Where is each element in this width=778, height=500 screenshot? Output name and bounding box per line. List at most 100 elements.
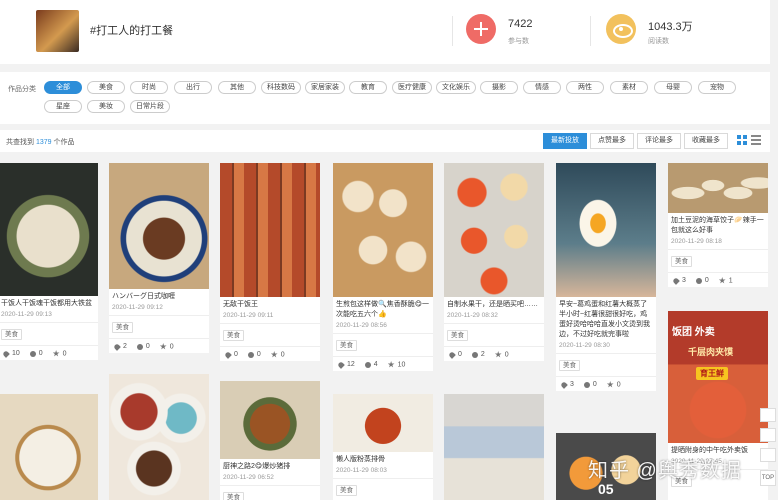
- feedback-icon[interactable]: [760, 408, 776, 422]
- sort-most-commented[interactable]: 评论最多: [637, 133, 681, 149]
- post-card[interactable]: ハンバーグ日式咖喱 2020-11-29 09:12 美食 2 0 0: [109, 163, 209, 354]
- post-image[interactable]: [444, 163, 544, 297]
- category-chip[interactable]: 星座: [44, 100, 82, 113]
- like-button[interactable]: 12: [337, 360, 355, 368]
- post-image[interactable]: [109, 374, 209, 500]
- comment-button[interactable]: 2: [471, 351, 485, 358]
- post-tag[interactable]: 美食: [1, 329, 22, 340]
- category-chip[interactable]: 出行: [174, 81, 212, 94]
- like-button[interactable]: 3: [672, 276, 686, 284]
- category-chip[interactable]: 宠物: [698, 81, 736, 94]
- category-chip[interactable]: 科技数码: [261, 81, 301, 94]
- post-card[interactable]: 厨神之路2😋爆炒猪排 2020-11-29 06:52 美食: [220, 381, 320, 500]
- post-tag[interactable]: 美食: [447, 330, 468, 341]
- post-card[interactable]: [109, 374, 209, 500]
- post-image[interactable]: [333, 163, 433, 297]
- post-tag[interactable]: 美食: [336, 340, 357, 351]
- comment-button[interactable]: 0: [136, 343, 150, 350]
- category-chip-all[interactable]: 全部: [44, 81, 82, 94]
- post-tag[interactable]: 美食: [559, 360, 580, 371]
- post-card[interactable]: [0, 394, 98, 500]
- post-title[interactable]: 加土豆泥的海草饺子🥟辣手一包就这么好事: [668, 213, 768, 236]
- post-card[interactable]: 无敌干饭王 2020-11-29 09:11 美食 0 0 0: [220, 163, 320, 362]
- post-image[interactable]: [444, 394, 544, 500]
- like-button[interactable]: 0: [224, 350, 238, 358]
- post-title[interactable]: 无敌干饭王: [220, 297, 320, 310]
- comment-button[interactable]: 4: [364, 361, 378, 368]
- topic-header: #打工人的打工餐 7422 参与数 1043.3万 阅读数: [0, 0, 770, 64]
- post-image[interactable]: [556, 163, 656, 297]
- grid-view-icon[interactable]: [737, 135, 747, 145]
- star-button[interactable]: 0: [159, 343, 174, 350]
- post-image[interactable]: [220, 381, 320, 459]
- post-card[interactable]: 懒人版粉蒸排骨 2020-11-29 08:03 美食: [333, 394, 433, 500]
- post-title[interactable]: 懒人版粉蒸排骨: [333, 452, 433, 465]
- category-chip[interactable]: 日常片段: [130, 100, 170, 113]
- category-chip[interactable]: 母婴: [654, 81, 692, 94]
- star-button[interactable]: 0: [606, 381, 621, 388]
- like-button[interactable]: 10: [2, 349, 20, 357]
- post-image[interactable]: [333, 394, 433, 452]
- post-title[interactable]: ハンバーグ日式咖喱: [109, 289, 209, 302]
- post-image[interactable]: [220, 163, 320, 297]
- category-chip[interactable]: 情感: [523, 81, 561, 94]
- chat-icon[interactable]: [760, 448, 776, 462]
- post-tag[interactable]: 美食: [223, 330, 244, 341]
- sort-most-liked[interactable]: 点赞最多: [590, 133, 634, 149]
- post-title[interactable]: 生煎包这样做🔍焦香酥脆😋一次能吃五六个👍: [333, 297, 433, 320]
- post-title[interactable]: 自制水果干，还是晒买吧……: [444, 297, 544, 310]
- category-chip[interactable]: 家居家装: [305, 81, 345, 94]
- like-button[interactable]: 3: [560, 380, 574, 388]
- post-title[interactable]: 厨神之路2😋爆炒猪排: [220, 459, 320, 472]
- list-view-icon[interactable]: [751, 135, 761, 145]
- like-button[interactable]: 2: [113, 342, 127, 350]
- sort-most-starred[interactable]: 收藏最多: [684, 133, 728, 149]
- post-image[interactable]: [0, 163, 98, 296]
- post-card[interactable]: 加土豆泥的海草饺子🥟辣手一包就这么好事 2020-11-29 08:18 美食 …: [668, 163, 768, 288]
- post-card[interactable]: 早安~葛鸡蛋和红薯大概蒸了半小时~红薯很甜很好吃，鸡蛋好烫哈哈哈直发小文烫到我边…: [556, 163, 656, 392]
- post-tag[interactable]: 美食: [112, 322, 133, 333]
- category-chip[interactable]: 素材: [610, 81, 648, 94]
- star-button[interactable]: 1: [718, 277, 733, 284]
- post-image[interactable]: [668, 163, 768, 213]
- category-chip[interactable]: 美食: [87, 81, 125, 94]
- topic-title: #打工人的打工餐: [90, 25, 174, 37]
- like-button[interactable]: 0: [448, 350, 462, 358]
- category-chip[interactable]: 摄影: [480, 81, 518, 94]
- comment-button[interactable]: 0: [247, 351, 261, 358]
- plus-icon[interactable]: [466, 14, 496, 44]
- star-button[interactable]: 0: [52, 350, 67, 357]
- category-chip[interactable]: 其他: [218, 81, 256, 94]
- post-image[interactable]: [109, 163, 209, 289]
- comment-button[interactable]: 0: [29, 350, 43, 357]
- post-title[interactable]: 早安~葛鸡蛋和红薯大概蒸了半小时~红薯很甜很好吃，鸡蛋好烫哈哈哈直发小文烫到我边…: [556, 297, 656, 340]
- post-card[interactable]: [444, 394, 544, 500]
- comment-button[interactable]: 0: [695, 277, 709, 284]
- share-icon[interactable]: [760, 428, 776, 442]
- post-tag[interactable]: 美食: [336, 485, 357, 496]
- divider: [452, 16, 453, 46]
- back-to-top-button[interactable]: TOP: [760, 470, 776, 486]
- post-card[interactable]: 自制水果干，还是晒买吧…… 2020-11-29 08:32 美食 0 2 0: [444, 163, 544, 362]
- category-chip[interactable]: 美妆: [87, 100, 125, 113]
- post-image[interactable]: [0, 394, 98, 500]
- post-card[interactable]: 生煎包这样做🔍焦香酥脆😋一次能吃五六个👍 2020-11-29 08:56 美食…: [333, 163, 433, 372]
- comment-button[interactable]: 0: [583, 381, 597, 388]
- star-button[interactable]: 0: [270, 351, 285, 358]
- post-image[interactable]: 饭团 外卖 千层肉夹馍 育王鲜: [668, 311, 768, 443]
- post-tag[interactable]: 美食: [671, 256, 692, 267]
- post-title[interactable]: 干饭人干饭魂干饭都用大铁盆: [0, 296, 98, 309]
- category-chip[interactable]: 医疗健康: [392, 81, 432, 94]
- post-tag[interactable]: 美食: [223, 492, 244, 500]
- post-date: 2020-11-29 09:13: [1, 311, 52, 318]
- image-overlay-label: 05: [598, 481, 614, 497]
- category-chip[interactable]: 时尚: [130, 81, 168, 94]
- results-count: 共查找到 1379 个作品: [6, 139, 75, 146]
- star-button[interactable]: 0: [494, 351, 509, 358]
- category-chip[interactable]: 教育: [349, 81, 387, 94]
- sort-newest[interactable]: 最新投放: [543, 133, 587, 149]
- category-chip[interactable]: 两性: [566, 81, 604, 94]
- category-chip[interactable]: 文化娱乐: [436, 81, 476, 94]
- post-card[interactable]: 干饭人干饭魂干饭都用大铁盆 2020-11-29 09:13 美食 10 0 0: [0, 163, 98, 361]
- star-button[interactable]: 10: [387, 361, 405, 368]
